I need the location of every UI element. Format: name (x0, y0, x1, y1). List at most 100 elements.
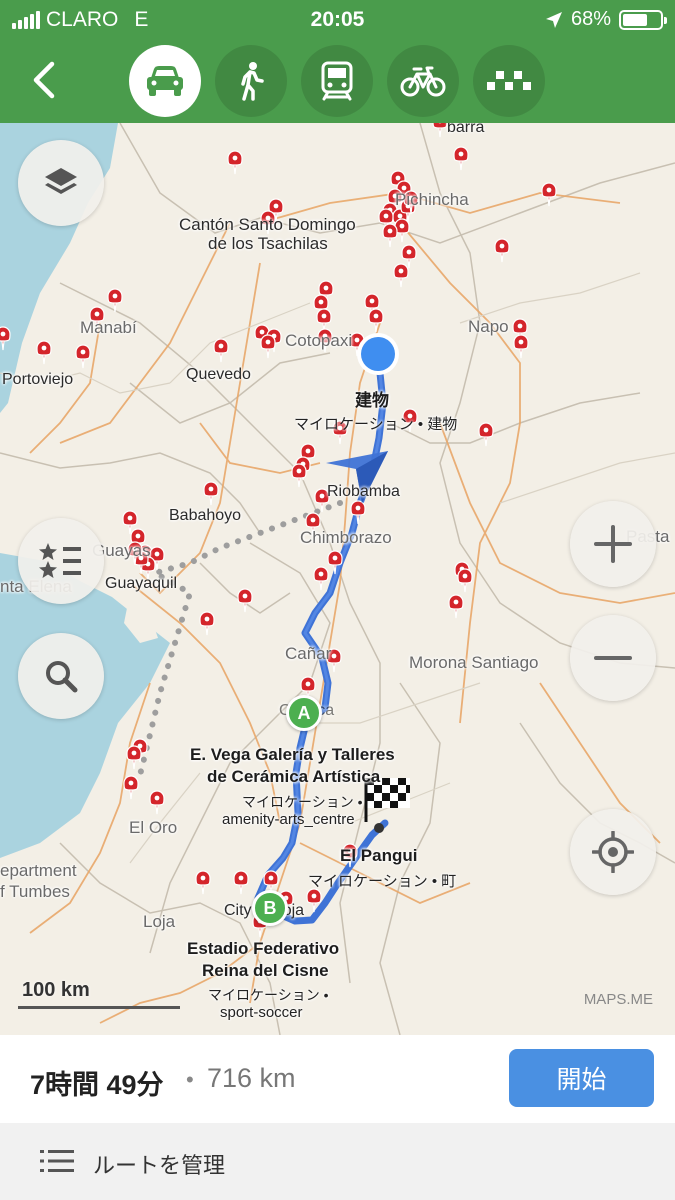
label-guayaquil: Guayaquil (105, 575, 178, 592)
map-pin-icon[interactable] (123, 775, 139, 800)
list-icon (40, 1150, 74, 1172)
label-el-pangui: El Pangui (340, 846, 418, 865)
bicycle-icon (400, 66, 446, 97)
label-manabi: Manabí (80, 318, 137, 337)
scale-label: 100 km (22, 979, 90, 1001)
route-mode-bar (0, 40, 675, 123)
point-a-title-1: E. Vega Galería y Talleres (190, 745, 395, 764)
map-attribution: MAPS.ME (583, 991, 653, 1008)
label-santo-domingo-1: Cantón Santo Domingo (179, 215, 356, 234)
map-pin-icon[interactable] (494, 238, 510, 263)
map-pin-icon[interactable] (457, 568, 473, 593)
point-b-title-1: Estadio Federativo (187, 939, 340, 958)
label-riobamba: Riobamba (327, 483, 400, 500)
map-pin-icon[interactable] (75, 344, 91, 369)
map-view[interactable]: barra Pichincha Cantón Santo Domingo de … (0, 123, 675, 1035)
map-pin-icon[interactable] (126, 745, 142, 770)
label-napo: Napo (468, 317, 509, 336)
finish-point (374, 823, 384, 833)
map-pin-icon[interactable] (149, 790, 165, 815)
label-quevedo: Quevedo (186, 366, 251, 383)
back-button[interactable] (22, 54, 66, 106)
mode-transit-button[interactable] (301, 45, 373, 117)
map-layers-button[interactable] (18, 140, 104, 226)
map-pin-icon[interactable] (237, 588, 253, 613)
point-a-title-2: de Cerámica Artística (207, 767, 381, 786)
map-canvas (0, 123, 675, 1035)
my-position-button[interactable] (570, 809, 656, 895)
manage-route-button[interactable]: ルートを管理 (0, 1123, 675, 1200)
mode-car-button[interactable] (129, 45, 201, 117)
crosshair-icon (592, 831, 634, 873)
point-a-subtitle-2: amenity-arts_centre (222, 811, 355, 828)
car-icon (147, 66, 183, 96)
zoom-out-button[interactable] (570, 615, 656, 701)
zoom-in-button[interactable] (570, 501, 656, 587)
search-button[interactable] (18, 633, 104, 719)
label-el-pangui-subtitle: マイロケーション • 町 (308, 873, 457, 890)
map-pin-icon[interactable] (393, 263, 409, 288)
map-pin-icon[interactable] (448, 594, 464, 619)
map-pin-icon[interactable] (260, 334, 276, 359)
map-pin-icon[interactable] (478, 422, 494, 447)
battery-percent: 68% (570, 8, 611, 30)
map-pin-icon[interactable] (313, 566, 329, 591)
layers-icon (45, 168, 77, 194)
route-distance: 716 km (207, 1063, 296, 1093)
map-scale: 100 km (18, 979, 180, 1009)
label-babahoyo: Babahoyo (169, 507, 242, 524)
route-duration: 7時間 49分 (30, 1070, 164, 1100)
label-santo-domingo-2: de los Tsachilas (208, 234, 328, 253)
plus-icon (594, 525, 632, 563)
label-el-oro: El Oro (129, 818, 178, 837)
mode-bicycle-button[interactable] (387, 45, 459, 117)
mode-walk-button[interactable] (215, 45, 287, 117)
separator-dot: • (186, 1067, 194, 1092)
route-point-b-marker[interactable]: B (252, 890, 288, 926)
map-pin-icon[interactable] (213, 338, 229, 363)
map-pin-icon[interactable] (541, 182, 557, 207)
point-b-subtitle-2: sport-soccer (220, 1004, 303, 1021)
start-point-title: 建物 (355, 391, 389, 410)
mode-taxi-button[interactable] (473, 45, 545, 117)
status-bar: CLARO E 20:05 68% (0, 0, 675, 40)
start-point-subtitle: マイロケーション • 建物 (294, 416, 458, 433)
route-summary-panel: 7時間 49分 • 716 km 開始 (0, 1035, 675, 1123)
map-pin-icon[interactable] (513, 334, 529, 359)
map-pin-icon[interactable] (195, 870, 211, 895)
label-loja: Loja (143, 912, 176, 931)
bookmarks-list-icon (39, 543, 81, 578)
label-cotopaxi: Cotopaxi (285, 331, 353, 350)
scale-bar (18, 1006, 180, 1009)
map-pin-icon[interactable] (368, 308, 384, 333)
label-tumbes-2: f Tumbes (0, 882, 70, 901)
pedestrian-icon (241, 62, 264, 101)
back-arrow-icon (33, 61, 55, 99)
minus-icon (594, 656, 632, 660)
label-chimborazo: Chimborazo (300, 528, 392, 547)
map-pin-icon[interactable] (227, 150, 243, 175)
point-b-subtitle-1: マイロケーション • (208, 987, 329, 1003)
point-a-subtitle-1: マイロケーション • (242, 794, 363, 810)
route-line-highlight (256, 351, 385, 925)
start-navigation-button[interactable]: 開始 (509, 1049, 654, 1107)
label-tumbes-1: epartment (0, 861, 77, 880)
taxi-icon (487, 71, 531, 90)
manage-route-label: ルートを管理 (93, 1153, 226, 1178)
map-pin-icon[interactable] (432, 123, 448, 138)
map-pin-icon[interactable] (36, 340, 52, 365)
label-canar: Cañar (285, 644, 332, 663)
status-right: 68% (545, 8, 667, 31)
my-location-dot (361, 337, 395, 371)
label-ibarra: barra (447, 123, 485, 136)
location-arrow-icon (545, 11, 562, 28)
route-line (254, 349, 389, 927)
map-pin-icon[interactable] (233, 870, 249, 895)
route-point-a-marker[interactable]: A (286, 695, 322, 731)
bookmarks-button[interactable] (18, 518, 104, 604)
point-b-title-2: Reina del Cisne (202, 961, 329, 980)
map-pin-icon[interactable] (203, 481, 219, 506)
map-pin-icon[interactable] (382, 223, 398, 248)
map-pin-icon[interactable] (453, 146, 469, 171)
map-pin-icon[interactable] (199, 611, 215, 636)
